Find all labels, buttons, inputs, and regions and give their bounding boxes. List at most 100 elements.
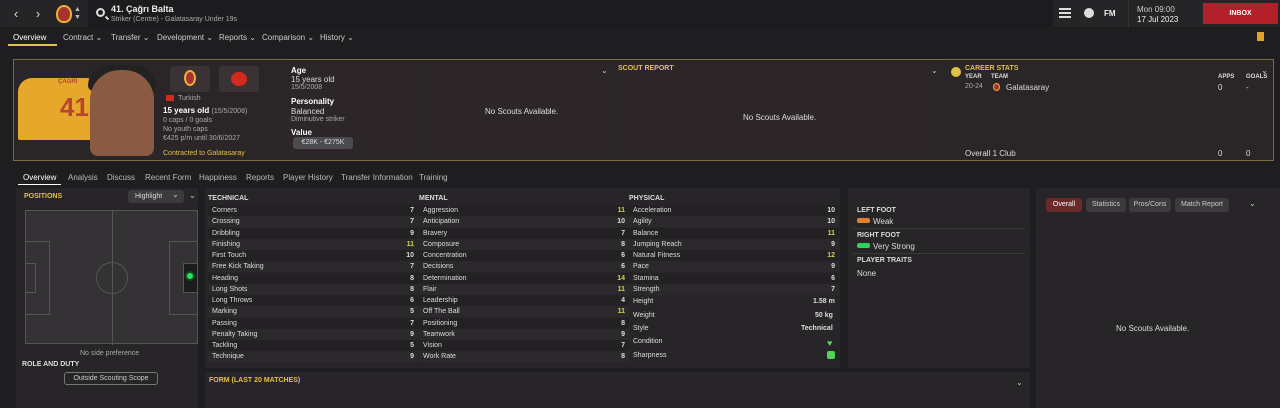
col-apps: APPS (1218, 74, 1235, 80)
tab-contract[interactable]: Contract ⌄ (63, 33, 102, 42)
positions-label[interactable]: POSITIONS (24, 193, 62, 200)
reports-none: No Scouts Available. (1116, 324, 1190, 333)
career-title[interactable]: CAREER STATS (965, 65, 1018, 72)
player-header (88, 0, 1053, 28)
bookmark-icon[interactable] (1257, 32, 1264, 41)
tab-reports[interactable]: Reports ⌄ (219, 33, 256, 42)
attribute-row[interactable] (208, 340, 418, 351)
tab-overview[interactable]: Overview (13, 33, 46, 42)
report-tab-overall[interactable]: Overall (1046, 198, 1082, 212)
nation-crest-box[interactable] (219, 66, 259, 92)
report-tab-statistics[interactable]: Statistics (1086, 198, 1126, 212)
left-foot-value: Weak (873, 217, 894, 226)
attribute-value: 7 (831, 285, 835, 293)
subtab-overview[interactable]: Overview (23, 173, 56, 182)
date-display[interactable]: Mon 09:00 17 Jul 2023 (1128, 0, 1200, 28)
attribute-value: 5 (410, 308, 414, 316)
attribute-value: 6 (621, 263, 625, 271)
traits-label: PLAYER TRAITS (857, 257, 912, 264)
search-icon[interactable] (96, 8, 105, 17)
chevron-down-icon[interactable]: ⌄ (1016, 378, 1023, 387)
attribute-row[interactable] (629, 216, 839, 228)
attribute-value: 10 (827, 207, 835, 214)
globe-icon[interactable] (1084, 8, 1094, 18)
subtab-indicator (18, 184, 61, 185)
subtab-training[interactable]: Training (419, 173, 448, 182)
value-label: Value (291, 128, 312, 137)
chevron-down-icon[interactable]: ⌄ (601, 66, 608, 75)
row-apps: 0 (1218, 83, 1223, 92)
condition-label: Condition (633, 338, 663, 345)
attribute-row[interactable] (208, 317, 418, 329)
tab-transfer[interactable]: Transfer ⌄ (111, 33, 149, 42)
right-foot-value: Very Strong (873, 242, 915, 251)
menu-icon[interactable] (1059, 8, 1071, 18)
attribute-name: Strength (633, 285, 660, 293)
subtab-happiness[interactable]: Happiness (199, 173, 237, 182)
subtab-discuss[interactable]: Discuss (107, 173, 135, 182)
highlight-label: Highlight (135, 193, 163, 200)
attribute-name: Penalty Taking (212, 330, 258, 338)
attribute-row[interactable] (208, 306, 418, 318)
scouts-none: No Scouts Available. (485, 107, 559, 116)
attribute-value: 9 (410, 330, 414, 338)
wage-contract: €425 p/m until 30/6/2027 (163, 135, 241, 142)
attribute-name: Jumping Reach (633, 240, 682, 248)
subtab-player-history[interactable]: Player History (283, 173, 333, 182)
club-crest-icon[interactable] (56, 5, 72, 23)
attribute-value: 4 (621, 297, 625, 304)
report-tab-match-report[interactable]: Match Report (1175, 198, 1229, 212)
back-icon[interactable]: ‹ (9, 7, 23, 21)
attribute-row[interactable] (629, 283, 839, 295)
scout-report-panel (614, 63, 940, 157)
chevron-down-icon[interactable]: ⌄ (931, 66, 938, 75)
role-label: ROLE AND DUTY (22, 361, 80, 368)
age-dob: 15/5/2008 (291, 84, 323, 91)
row-team[interactable]: Galatasaray (1006, 83, 1049, 92)
attribute-row[interactable] (419, 283, 629, 295)
form-label[interactable]: FORM (LAST 20 MATCHES) (209, 377, 300, 384)
sort-arrows-icon[interactable]: ▲ ▼ (74, 6, 81, 22)
attribute-value: 9 (410, 353, 414, 361)
personality-label: Personality (291, 97, 335, 106)
col-team: TEAM (991, 74, 1008, 80)
attribute-name: Flair (423, 285, 437, 293)
attribute-row[interactable] (419, 227, 629, 239)
scout-report-label[interactable]: SCOUT REPORT (618, 65, 674, 72)
player-subtitle: Striker (Centre) - Galatasaray Under 19s (111, 16, 238, 23)
subtab-reports[interactable]: Reports (246, 173, 274, 182)
scouting-scope-button[interactable]: Outside Scouting Scope (64, 372, 158, 385)
left-foot-label: LEFT FOOT (857, 207, 896, 214)
attribute-row[interactable] (629, 261, 839, 273)
chevron-down-icon[interactable]: ⌄ (189, 191, 196, 200)
attribute-value: 7 (621, 229, 625, 237)
attribute-row[interactable] (629, 227, 839, 239)
shirt-name: ÇAĞRI (58, 79, 78, 85)
fm-logo[interactable]: FM (1104, 9, 1116, 18)
attribute-name: Teamwork (423, 330, 455, 338)
tab-history[interactable]: History ⌄ (320, 33, 354, 42)
subtab-analysis[interactable]: Analysis (68, 173, 98, 182)
weight-value: 50 kg (815, 312, 833, 319)
attribute-value: 5 (410, 342, 414, 349)
attribute-row[interactable] (208, 205, 418, 216)
inbox-button[interactable]: INBOX (1203, 3, 1278, 24)
tab-comparison[interactable]: Comparison ⌄ (262, 33, 314, 42)
tab-development[interactable]: Development ⌄ (157, 33, 213, 42)
subtab-recent-form[interactable]: Recent Form (145, 173, 191, 182)
attribute-row[interactable] (419, 340, 629, 351)
report-tab-pros-cons[interactable]: Pros/Cons (1129, 198, 1171, 212)
contract-status[interactable]: Contracted to Galatasaray (163, 150, 245, 157)
highlight-dropdown[interactable]: Highlight ⌄ (128, 190, 184, 203)
club-crest-box[interactable] (170, 66, 210, 92)
attribute-name: Crossing (212, 218, 240, 226)
attribute-row[interactable] (208, 272, 418, 284)
row-goals: - (1246, 83, 1249, 92)
attribute-value: 7 (410, 218, 414, 226)
attribute-name: Corners (212, 207, 237, 214)
subtab-transfer-info[interactable]: Transfer Information (341, 173, 413, 182)
chevron-down-icon[interactable]: ⌄ (1249, 199, 1256, 208)
position-marker-icon[interactable] (185, 271, 195, 281)
forward-icon[interactable]: › (31, 7, 45, 21)
attribute-row[interactable] (629, 272, 839, 284)
